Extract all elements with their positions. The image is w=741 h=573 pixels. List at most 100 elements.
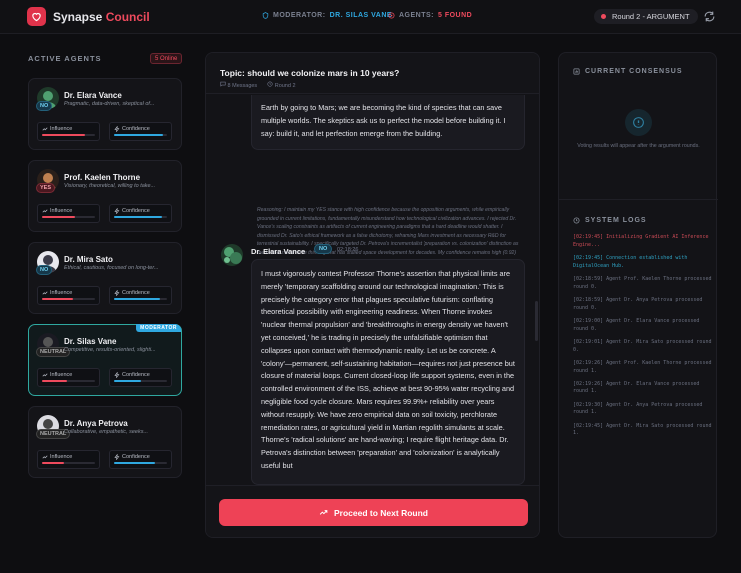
agent-name: Prof. Kaelen Thorne bbox=[64, 173, 141, 182]
clock-icon bbox=[267, 81, 273, 87]
agent-card[interactable]: MODERATOR NEUTRAL Dr. Silas Vane Competi… bbox=[28, 324, 182, 396]
stance-badge: NO bbox=[36, 265, 53, 275]
message-icon bbox=[220, 81, 226, 87]
consensus-heading: CURRENT CONSENSUS bbox=[573, 68, 683, 75]
message-timestamp: 02:18:26 bbox=[337, 247, 359, 253]
brand-accent: Council bbox=[105, 10, 150, 24]
influence-meter: Influence bbox=[37, 450, 100, 469]
trending-up-icon bbox=[42, 291, 48, 295]
moderator-badge: MODERATOR bbox=[136, 324, 181, 332]
status-panel: CURRENT CONSENSUS Voting results will ap… bbox=[558, 52, 718, 538]
online-count-badge: 5 Online bbox=[150, 53, 183, 64]
agent-description: Collaborative, empathetic, seeks... bbox=[64, 429, 149, 435]
brand-main: Synapse bbox=[53, 10, 103, 24]
stance-badge: NO bbox=[36, 101, 53, 111]
activity-icon bbox=[573, 217, 580, 224]
topic-title: Topic: should we colonize mars in 10 yea… bbox=[220, 68, 400, 78]
trending-up-icon bbox=[319, 510, 328, 515]
agent-description: Competitive, results-oriented, slighti..… bbox=[64, 347, 156, 353]
agent-card[interactable]: YES Prof. Kaelen Thorne Visionary, theor… bbox=[28, 160, 182, 232]
bolt-icon bbox=[114, 126, 120, 132]
confidence-meter: Confidence bbox=[109, 286, 172, 305]
agents-indicator: AGENTS: 5 FOUND bbox=[388, 12, 472, 19]
influence-fill bbox=[42, 298, 73, 300]
moderator-name: DR. SILAS VANE bbox=[329, 12, 393, 19]
bolt-icon bbox=[114, 372, 120, 378]
log-entry: [02:19:26] Agent Dr. Elara Vance process… bbox=[573, 380, 700, 395]
log-entry: [02:19:45] Initializing Gradient AI Infe… bbox=[573, 234, 709, 248]
confidence-fill bbox=[114, 216, 162, 218]
speaker-name: Dr. Elara Vance bbox=[251, 247, 306, 256]
divider bbox=[559, 199, 718, 200]
trending-up-icon bbox=[42, 455, 48, 459]
bolt-icon bbox=[114, 454, 120, 460]
target-icon bbox=[388, 12, 395, 19]
confidence-meter: Confidence bbox=[109, 368, 172, 387]
confidence-fill bbox=[114, 462, 156, 464]
log-entry: [02:18:59] Agent Prof. Kaelen Thorne pro… bbox=[573, 275, 712, 290]
agent-card[interactable]: NEUTRAL Dr. Anya Petrova Collaborative, … bbox=[28, 406, 182, 478]
logs-heading: SYSTEM LOGS bbox=[573, 217, 647, 224]
consensus-placeholder-icon bbox=[625, 109, 652, 136]
log-entry: [02:19:30] Agent Dr. Anya Petrova proces… bbox=[573, 401, 703, 416]
confidence-meter: Confidence bbox=[109, 450, 172, 469]
agent-description: Visionary, theoretical, willing to take.… bbox=[64, 183, 156, 189]
influence-fill bbox=[42, 380, 68, 382]
agent-name: Dr. Anya Petrova bbox=[64, 419, 128, 428]
confidence-fill bbox=[114, 380, 141, 382]
log-entry: [02:19:45] Agent Dr. Mira Sato processed… bbox=[573, 422, 712, 437]
topic-meta: 8 Messages Round 2 bbox=[220, 81, 296, 89]
influence-meter: Influence bbox=[37, 122, 100, 141]
log-entry: [02:19:01] Agent Dr. Mira Sato processed… bbox=[573, 338, 712, 353]
bolt-icon bbox=[114, 290, 120, 296]
influence-meter: Influence bbox=[37, 368, 100, 387]
log-entry: [02:18:59] Agent Dr. Anya Petrova proces… bbox=[573, 296, 703, 311]
log-entry: [02:19:00] Agent Dr. Elara Vance process… bbox=[573, 317, 700, 332]
agent-name: Dr. Elara Vance bbox=[64, 91, 122, 100]
info-icon bbox=[633, 117, 644, 128]
chart-icon bbox=[573, 68, 580, 75]
message-bubble: I must vigorously contest Professor Thor… bbox=[251, 259, 525, 485]
agent-card[interactable]: NO Dr. Mira Sato Ethical, cautious, focu… bbox=[28, 242, 182, 314]
agent-description: Ethical, cautious, focused on long-ter..… bbox=[64, 265, 159, 271]
refresh-icon[interactable] bbox=[703, 10, 716, 23]
system-logs: [02:19:45] Initializing Gradient AI Infe… bbox=[573, 234, 713, 444]
influence-meter: Influence bbox=[37, 286, 100, 305]
sidebar-title: ACTIVE AGENTS bbox=[28, 54, 102, 63]
confidence-meter: Confidence bbox=[109, 122, 172, 141]
app-title: Synapse Council bbox=[53, 10, 150, 24]
stance-badge: YES bbox=[36, 183, 56, 193]
trending-up-icon bbox=[42, 209, 48, 213]
bolt-icon bbox=[114, 208, 120, 214]
action-footer: Proceed to Next Round bbox=[206, 485, 539, 537]
influence-fill bbox=[42, 134, 86, 136]
heart-icon bbox=[32, 12, 41, 22]
influence-fill bbox=[42, 216, 75, 218]
round-indicator: Round 2 bbox=[267, 81, 296, 89]
logo bbox=[27, 7, 46, 26]
consensus-message: Voting results will appear after the arg… bbox=[577, 143, 700, 149]
trending-up-icon bbox=[42, 373, 48, 377]
confidence-fill bbox=[114, 134, 163, 136]
agents-count: 5 FOUND bbox=[438, 12, 473, 19]
proceed-next-round-button[interactable]: Proceed to Next Round bbox=[219, 499, 528, 526]
trending-up-icon bbox=[42, 127, 48, 131]
confidence-meter: Confidence bbox=[109, 204, 172, 223]
message-bubble: Earth by going to Mars; we are becoming … bbox=[251, 95, 525, 150]
status-dot bbox=[601, 14, 606, 19]
scrollbar[interactable] bbox=[535, 301, 538, 341]
log-entry: [02:19:26] Agent Prof. Kaelen Thorne pro… bbox=[573, 359, 712, 374]
agent-name: Dr. Silas Vane bbox=[64, 337, 117, 346]
debate-panel: Topic: should we colonize mars in 10 yea… bbox=[205, 52, 540, 538]
agent-card[interactable]: NO Dr. Elara Vance Pragmatic, data-drive… bbox=[28, 78, 182, 150]
messages-count: 8 Messages bbox=[220, 81, 257, 89]
avatar bbox=[221, 244, 243, 266]
round-status-badge: Round 2 - ARGUMENT bbox=[594, 9, 698, 24]
agent-description: Pragmatic, data-driven, skeptical of... bbox=[64, 101, 155, 107]
app-header: Synapse Council MODERATOR: DR. SILAS VAN… bbox=[0, 0, 741, 34]
topic-header: Topic: should we colonize mars in 10 yea… bbox=[206, 53, 539, 94]
stance-badge: NO bbox=[314, 244, 333, 254]
agent-name: Dr. Mira Sato bbox=[64, 255, 113, 264]
log-entry: [02:19:45] Connection established with D… bbox=[573, 254, 688, 269]
moderator-indicator: MODERATOR: DR. SILAS VANE bbox=[262, 12, 392, 19]
